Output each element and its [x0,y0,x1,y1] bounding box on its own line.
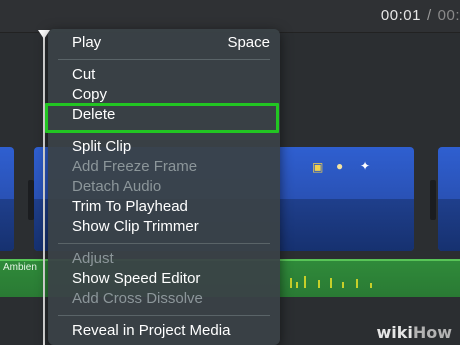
wikihow-watermark: wikiHow [376,323,452,342]
clip-trim-handle[interactable] [430,180,436,220]
delete-highlight-box [45,103,279,133]
audio-clip-label: Ambien [3,262,37,273]
menu-item-play[interactable]: Play [72,34,101,51]
menu-item-split-clip[interactable]: Split Clip [72,138,131,155]
time-separator: / [426,7,432,24]
audio-waveform [318,280,320,288]
menu-item-trim-to-playhead[interactable]: Trim To Playhead [72,198,188,215]
menu-separator [58,243,270,244]
watermark-how: How [412,323,452,342]
menu-item-show-speed-editor[interactable]: Show Speed Editor [72,270,200,287]
timecode: 00:01 / 00: [381,7,460,24]
audio-waveform [342,282,344,288]
menu-item-add-cross-dissolve: Add Cross Dissolve [72,290,203,307]
video-clip[interactable] [0,147,14,251]
menu-item-copy[interactable]: Copy [72,86,107,103]
video-clip[interactable] [274,147,414,251]
audio-waveform [304,276,306,288]
watermark-wiki: wiki [376,323,413,342]
current-time: 00:01 [380,7,421,24]
menu-item-detach-audio: Detach Audio [72,178,162,195]
playhead[interactable] [43,32,45,345]
app-icon: ▣ [312,160,324,174]
menu-item-show-clip-trimmer[interactable]: Show Clip Trimmer [72,218,199,235]
menu-item-cut[interactable]: Cut [72,66,95,83]
total-time: 00: [437,7,460,24]
audio-waveform [296,282,298,288]
audio-waveform [290,278,292,288]
context-menu: Play Space Cut Copy Delete Split Clip Ad… [48,29,280,345]
menu-separator [58,315,270,316]
video-clip[interactable] [438,147,460,251]
audio-waveform [330,278,332,288]
audio-waveform [356,279,358,288]
clip-trim-handle[interactable] [28,180,34,220]
menu-item-reveal-in-project-media[interactable]: Reveal in Project Media [72,322,230,339]
play-shortcut: Space [227,34,270,51]
audio-waveform [370,283,372,288]
star-icon: ✦ [360,159,371,173]
menu-item-adjust: Adjust [72,250,114,267]
bulb-icon: ● [336,159,344,173]
menu-item-add-freeze-frame: Add Freeze Frame [72,158,198,175]
menu-separator [58,59,270,60]
